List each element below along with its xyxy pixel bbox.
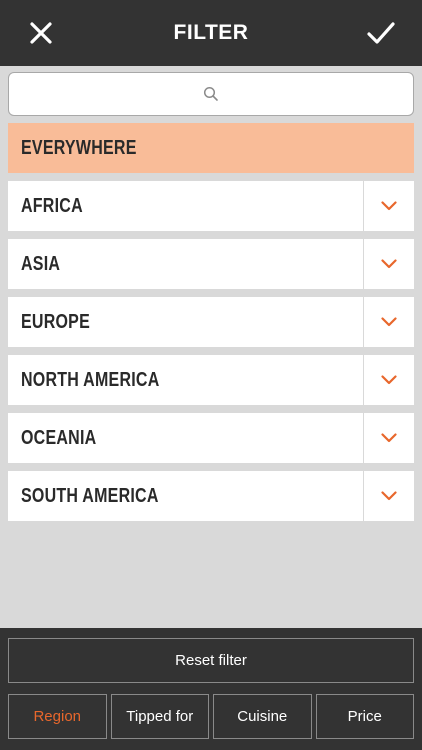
apply-button[interactable] bbox=[366, 18, 396, 48]
chevron-down-icon bbox=[381, 201, 397, 211]
filter-footer: Reset filter Region Tipped for Cuisine P… bbox=[0, 628, 422, 750]
checkmark-icon bbox=[367, 22, 395, 44]
tab-cuisine[interactable]: Cuisine bbox=[213, 694, 312, 739]
expand-button[interactable] bbox=[363, 181, 414, 231]
chevron-down-icon bbox=[381, 433, 397, 443]
region-row-europe: EUROPE bbox=[8, 297, 414, 347]
region-list: AFRICA ASIA EUROPE NORTH AMERICA OCEANIA… bbox=[8, 181, 414, 529]
region-label: NORTH AMERICA bbox=[21, 368, 160, 391]
expand-button[interactable] bbox=[363, 413, 414, 463]
region-row-north-america: NORTH AMERICA bbox=[8, 355, 414, 405]
region-label: ASIA bbox=[21, 252, 61, 275]
tab-price[interactable]: Price bbox=[315, 694, 414, 739]
filter-tabs: Region Tipped for Cuisine Price bbox=[8, 694, 414, 739]
chevron-down-icon bbox=[381, 375, 397, 385]
region-row-asia: ASIA bbox=[8, 239, 414, 289]
close-icon bbox=[30, 22, 52, 44]
tab-region[interactable]: Region bbox=[8, 694, 107, 739]
region-select[interactable]: EUROPE bbox=[8, 297, 363, 347]
expand-button[interactable] bbox=[363, 355, 414, 405]
region-row-africa: AFRICA bbox=[8, 181, 414, 231]
region-label: OCEANIA bbox=[21, 426, 97, 449]
region-select[interactable]: SOUTH AMERICA bbox=[8, 471, 363, 521]
region-label: EUROPE bbox=[21, 310, 91, 333]
region-row-everywhere[interactable]: EVERYWHERE bbox=[8, 123, 414, 173]
reset-filter-button[interactable]: Reset filter bbox=[8, 638, 414, 683]
tab-tipped-for[interactable]: Tipped for bbox=[110, 694, 209, 739]
region-select[interactable]: ASIA bbox=[8, 239, 363, 289]
expand-button[interactable] bbox=[363, 471, 414, 521]
expand-button[interactable] bbox=[363, 239, 414, 289]
region-label: EVERYWHERE bbox=[21, 136, 137, 159]
region-label: AFRICA bbox=[21, 194, 83, 217]
chevron-down-icon bbox=[381, 491, 397, 501]
region-label: SOUTH AMERICA bbox=[21, 484, 159, 507]
close-button[interactable] bbox=[26, 18, 56, 48]
region-select[interactable]: AFRICA bbox=[8, 181, 363, 231]
region-row-south-america: SOUTH AMERICA bbox=[8, 471, 414, 521]
expand-button[interactable] bbox=[363, 297, 414, 347]
chevron-down-icon bbox=[381, 317, 397, 327]
search-input[interactable] bbox=[9, 73, 413, 115]
region-select[interactable]: NORTH AMERICA bbox=[8, 355, 363, 405]
search-box[interactable] bbox=[8, 72, 414, 116]
region-row-oceania: OCEANIA bbox=[8, 413, 414, 463]
chevron-down-icon bbox=[381, 259, 397, 269]
top-bar: FILTER bbox=[0, 0, 422, 66]
page-title: FILTER bbox=[173, 21, 249, 44]
region-select[interactable]: OCEANIA bbox=[8, 413, 363, 463]
